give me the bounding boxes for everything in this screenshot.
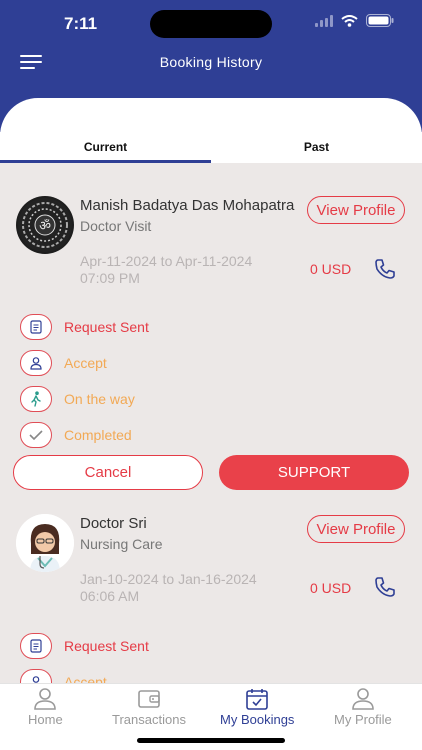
provider-name: Doctor Sri [80, 515, 147, 532]
nav-home[interactable]: Home [28, 688, 63, 727]
document-icon [20, 633, 52, 659]
status-label: Accept [64, 355, 107, 371]
status-request-sent: Request Sent [20, 633, 149, 659]
nav-my-bookings[interactable]: My Bookings [220, 688, 294, 727]
status-label: Request Sent [64, 638, 149, 654]
nav-label: Home [28, 712, 63, 727]
service-type: Doctor Visit [80, 218, 152, 234]
user-icon [34, 688, 57, 710]
avatar: ॐ [16, 196, 74, 254]
view-profile-button[interactable]: View Profile [307, 196, 405, 224]
cancel-button[interactable]: Cancel [13, 455, 203, 490]
header-sheet [0, 98, 422, 138]
service-type: Nursing Care [80, 536, 163, 552]
home-indicator [137, 738, 285, 743]
nav-my-profile[interactable]: My Profile [334, 688, 392, 727]
status-label: Request Sent [64, 319, 149, 335]
battery-icon [366, 14, 394, 27]
view-profile-button[interactable]: View Profile [307, 515, 405, 543]
phone-icon[interactable] [372, 257, 398, 281]
wallet-icon [138, 690, 160, 708]
calendar-icon [246, 689, 269, 710]
status-accept: Accept [20, 669, 107, 683]
page-title: Booking History [159, 54, 263, 70]
booking-list[interactable]: ॐ Manish Badatya Das Mohapatra Doctor Vi… [0, 163, 422, 683]
status-completed: Completed [20, 422, 132, 448]
status-label: Completed [64, 427, 132, 443]
status-on-the-way: On the way [20, 386, 135, 412]
document-icon [20, 314, 52, 340]
booking-tabs: Current Past [0, 133, 422, 163]
status-label: On the way [64, 391, 135, 407]
user-icon [352, 688, 374, 710]
walking-icon [20, 386, 52, 412]
status-time: 7:11 [64, 14, 98, 33]
provider-name: Manish Badatya Das Mohapatra [80, 197, 295, 214]
status-request-sent: Request Sent [20, 314, 149, 340]
nav-label: My Bookings [220, 712, 295, 727]
tab-current[interactable]: Current [0, 133, 211, 163]
status-label: Accept [64, 674, 107, 683]
signal-icon [315, 14, 333, 27]
booking-dates: Jan-10-2024 to Jan-16-2024 06:06 AM [80, 571, 257, 604]
tab-past[interactable]: Past [211, 133, 422, 163]
status-accept: Accept [20, 350, 107, 376]
user-icon [20, 669, 52, 683]
avatar [16, 514, 74, 572]
booking-amount: 0 USD [310, 261, 352, 277]
svg-text:ॐ: ॐ [39, 219, 51, 234]
status-icons [315, 14, 394, 27]
om-mandala-icon: ॐ [18, 198, 72, 252]
dynamic-island [150, 10, 272, 38]
user-icon [20, 350, 52, 376]
nav-transactions[interactable]: Transactions [112, 688, 186, 727]
booking-dates: Apr-11-2024 to Apr-11-2024 07:09 PM [80, 253, 253, 286]
support-button[interactable]: SUPPORT [219, 455, 409, 490]
check-icon [20, 422, 52, 448]
phone-icon[interactable] [372, 575, 398, 599]
nurse-avatar-icon [16, 514, 74, 572]
nav-label: Transactions [112, 712, 186, 727]
wifi-icon [341, 14, 358, 27]
nav-label: My Profile [334, 712, 392, 727]
booking-amount: 0 USD [310, 580, 352, 596]
